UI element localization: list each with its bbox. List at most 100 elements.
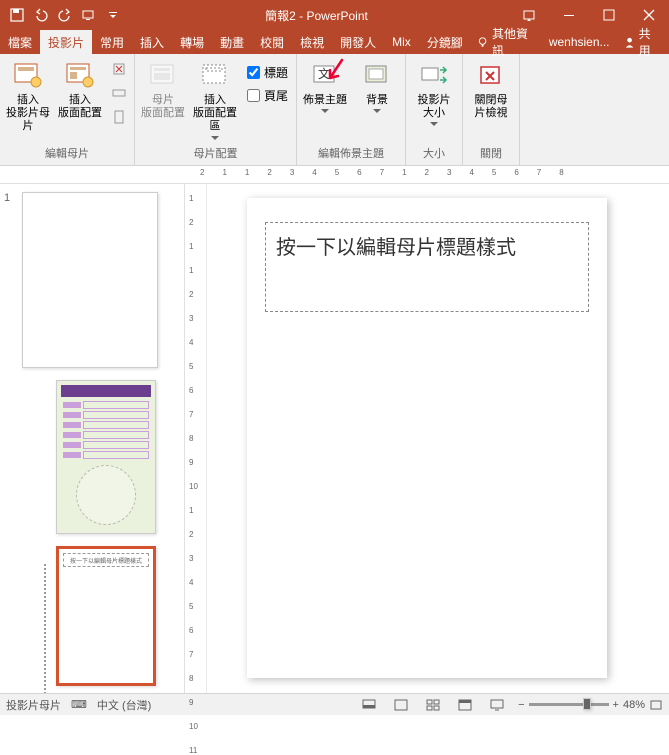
slide-size-icon	[418, 60, 450, 92]
group-size-label: 大小	[410, 143, 458, 163]
zoom-level[interactable]: 48%	[623, 699, 645, 711]
master-number: 1	[4, 192, 10, 204]
undo-button[interactable]	[30, 4, 52, 26]
tab-home[interactable]: 常用	[92, 30, 132, 54]
group-edit-master: 插入 投影片母片 插入 版面配置 編輯母片	[0, 54, 135, 165]
tell-me[interactable]: 其他資訊	[471, 30, 543, 54]
layout-thumbnail-2-selected[interactable]: 按一下以編輯母片標題樣式	[56, 546, 156, 686]
zoom-out-button[interactable]: −	[518, 699, 524, 711]
share-button[interactable]: 共用	[616, 30, 669, 54]
slide-size-label: 投影片 大小	[418, 94, 451, 120]
start-from-beginning-button[interactable]	[78, 4, 100, 26]
dropdown-icon	[321, 109, 329, 113]
tab-animations[interactable]: 動畫	[212, 30, 252, 54]
tab-insert[interactable]: 插入	[132, 30, 172, 54]
group-edit-master-label: 編輯母片	[4, 143, 130, 163]
window-title: 簡報2 - PowerPoint	[124, 7, 509, 24]
tab-review[interactable]: 校閱	[252, 30, 292, 54]
zoom-in-button[interactable]: +	[613, 699, 619, 711]
background-label: 背景	[366, 94, 388, 107]
normal-view-button[interactable]	[390, 696, 412, 714]
ribbon-tabstrip: 檔案 投影片 常用 插入 轉場 動畫 校閱 檢視 開發人 Mix 分鏡腳 其他資…	[0, 30, 669, 54]
account-name[interactable]: wenhsien...	[543, 30, 616, 54]
dropdown-icon	[373, 109, 381, 113]
quick-access-toolbar	[0, 4, 124, 26]
group-edit-theme-label: 編輯佈景主題	[301, 143, 401, 163]
status-lang-icon[interactable]: ⌨	[71, 698, 87, 711]
master-thumbnail[interactable]	[22, 192, 158, 368]
close-master-icon	[475, 60, 507, 92]
slide-master-icon	[12, 60, 44, 92]
tab-storyboard[interactable]: 分鏡腳	[419, 30, 471, 54]
insert-slide-master-label: 插入 投影片母片	[4, 94, 52, 134]
slideshow-button[interactable]	[486, 696, 508, 714]
preserve-button[interactable]	[108, 106, 130, 128]
insert-layout-button[interactable]: 插入 版面配置	[56, 56, 104, 120]
footer-checkbox[interactable]	[247, 89, 260, 102]
thumbnail-pane[interactable]: 1 按一下以編輯母片標題樣式	[0, 184, 185, 693]
minimize-button[interactable]	[549, 0, 589, 30]
zoom-controls: − + 48%	[518, 699, 663, 711]
layout2-title-placeholder: 按一下以編輯母片標題樣式	[63, 553, 149, 567]
notes-button[interactable]	[358, 696, 380, 714]
ribbon: 插入 投影片母片 插入 版面配置 編輯母片 母片 版面配置 插入 版面配置區	[0, 54, 669, 166]
insert-placeholder-button[interactable]: 插入 版面配置區	[191, 56, 239, 140]
title-checkbox-label: 標題	[264, 64, 288, 81]
save-button[interactable]	[6, 4, 28, 26]
edit-pane: 121123456789101234567891011 按一下以編輯母片標題樣式	[185, 184, 669, 693]
redo-button[interactable]	[54, 4, 76, 26]
title-checkbox-row[interactable]: 標題	[243, 62, 292, 83]
zoom-slider[interactable]	[529, 703, 609, 706]
footer-checkbox-label: 頁尾	[264, 87, 288, 104]
insert-placeholder-label: 插入 版面配置區	[191, 94, 239, 134]
dropdown-icon	[211, 136, 219, 140]
close-master-view-button[interactable]: 關閉母 片檢視	[467, 56, 515, 120]
group-master-layout-label: 母片配置	[139, 143, 292, 163]
slide-canvas-area[interactable]: 按一下以編輯母片標題樣式	[207, 184, 669, 693]
status-bar: 投影片母片 ⌨ 中文 (台灣) − + 48%	[0, 693, 669, 715]
insert-slide-master-button[interactable]: 插入 投影片母片	[4, 56, 52, 134]
footer-checkbox-row[interactable]: 頁尾	[243, 85, 292, 106]
tab-slide-master[interactable]: 投影片	[40, 30, 92, 54]
insert-layout-label: 插入 版面配置	[58, 94, 102, 120]
group-edit-theme: 文 佈景主題 背景 編輯佈景主題	[297, 54, 406, 165]
status-view: 投影片母片	[6, 697, 61, 713]
rename-button[interactable]	[108, 82, 130, 104]
tab-file[interactable]: 檔案	[0, 30, 40, 54]
background-icon	[361, 60, 393, 92]
title-placeholder[interactable]: 按一下以編輯母片標題樣式	[265, 222, 589, 312]
group-close-label: 關閉	[467, 143, 515, 163]
fit-button[interactable]	[649, 699, 663, 711]
tab-transitions[interactable]: 轉場	[172, 30, 212, 54]
master-layout-label: 母片 版面配置	[141, 94, 185, 120]
delete-button[interactable]	[108, 58, 130, 80]
title-checkbox[interactable]	[247, 66, 260, 79]
close-master-label: 關閉母 片檢視	[475, 94, 508, 120]
dropdown-icon	[430, 122, 438, 126]
themes-label: 佈景主題	[303, 94, 347, 107]
share-label: 共用	[639, 25, 661, 59]
person-icon	[624, 36, 635, 48]
maximize-button[interactable]	[589, 0, 629, 30]
tab-view[interactable]: 檢視	[292, 30, 332, 54]
status-language[interactable]: 中文 (台灣)	[97, 697, 151, 713]
slide[interactable]: 按一下以編輯母片標題樣式	[247, 198, 607, 678]
placeholder-icon	[199, 60, 231, 92]
tab-developer[interactable]: 開發人	[332, 30, 384, 54]
title-placeholder-text: 按一下以編輯母片標題樣式	[276, 231, 516, 260]
horizontal-ruler: 21123456712345678	[0, 166, 669, 184]
lightbulb-icon	[477, 36, 488, 48]
annotation-arrow-icon	[328, 58, 346, 82]
slide-size-button[interactable]: 投影片 大小	[410, 56, 458, 126]
tab-mix[interactable]: Mix	[384, 30, 419, 54]
layout-thumbnail-1[interactable]	[56, 380, 156, 534]
layout-icon	[64, 60, 96, 92]
sorter-view-button[interactable]	[422, 696, 444, 714]
group-close: 關閉母 片檢視 關閉	[463, 54, 520, 165]
master-layout-button: 母片 版面配置	[139, 56, 187, 120]
background-button[interactable]: 背景	[353, 56, 401, 113]
reading-view-button[interactable]	[454, 696, 476, 714]
qat-more-button[interactable]	[102, 4, 124, 26]
group-master-layout: 母片 版面配置 插入 版面配置區 標題 頁尾 母片配置	[135, 54, 297, 165]
title-bar: 簡報2 - PowerPoint	[0, 0, 669, 30]
